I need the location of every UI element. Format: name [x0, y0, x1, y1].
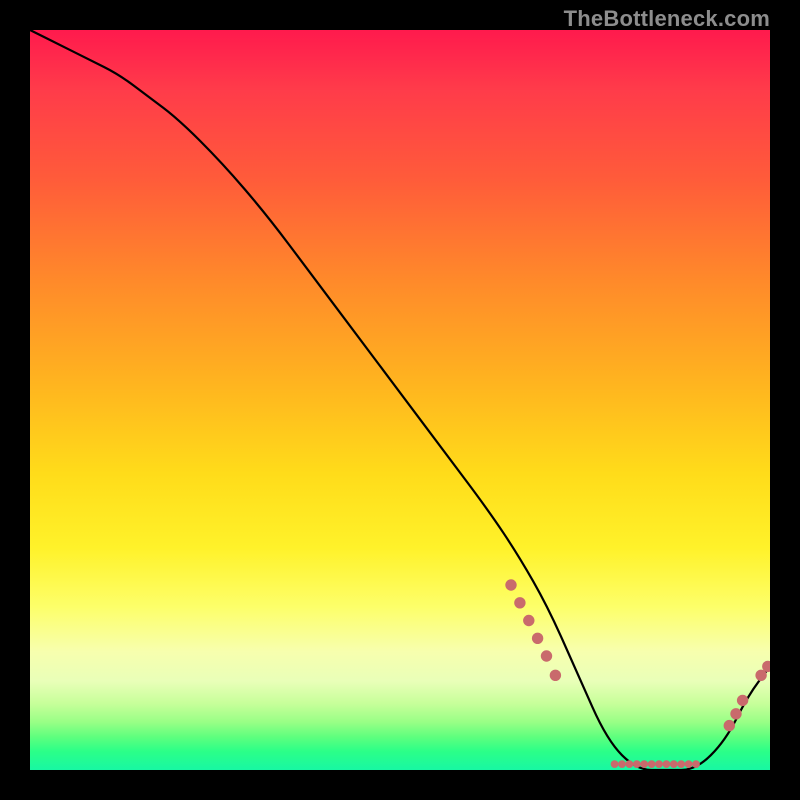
data-point: [685, 761, 692, 768]
data-point: [756, 670, 766, 680]
data-point: [532, 633, 542, 643]
data-point: [524, 615, 534, 625]
watermark-label: TheBottleneck.com: [564, 6, 770, 32]
data-point: [737, 695, 747, 705]
data-point: [626, 761, 633, 768]
data-point: [541, 651, 551, 661]
data-point: [724, 720, 734, 730]
data-point: [619, 761, 626, 768]
data-point: [656, 761, 663, 768]
data-point: [641, 761, 648, 768]
plot-area: [30, 30, 770, 770]
data-point: [678, 761, 685, 768]
data-point: [611, 761, 618, 768]
data-points: [506, 580, 770, 768]
chart-svg: [30, 30, 770, 770]
chart-frame: TheBottleneck.com: [0, 0, 800, 800]
data-point: [648, 761, 655, 768]
data-point: [693, 761, 700, 768]
data-point: [515, 598, 525, 608]
bottleneck-curve: [30, 30, 770, 770]
data-point: [633, 761, 640, 768]
data-point: [550, 670, 560, 680]
data-point: [670, 761, 677, 768]
data-point: [763, 661, 770, 671]
data-point: [663, 761, 670, 768]
data-point: [506, 580, 516, 590]
data-point: [731, 709, 741, 719]
